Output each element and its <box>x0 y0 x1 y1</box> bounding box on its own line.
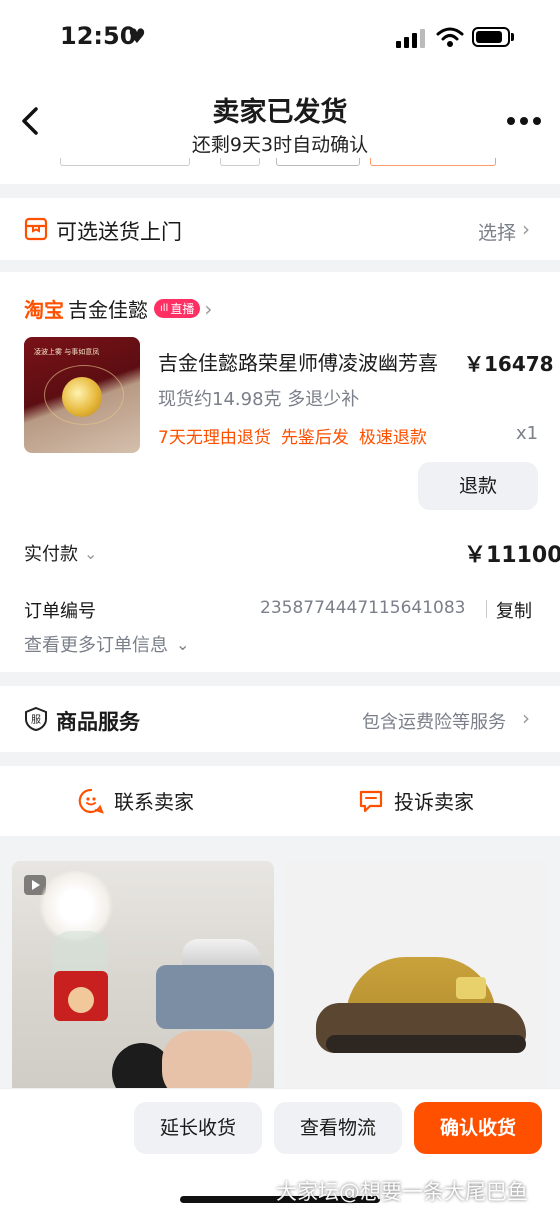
order-number: 2358774447115641083 <box>260 598 466 618</box>
confirm-receipt-button[interactable]: 确认收货 <box>414 1102 542 1154</box>
delivery-select-action[interactable]: 选择 <box>478 218 516 245</box>
product-tags: 7天无理由退货 先鉴后发 极速退款 <box>158 423 427 448</box>
service-label: 商品服务 <box>56 710 140 734</box>
product-title[interactable]: 吉金佳懿路荣星师傅凌波幽芳喜 <box>158 347 458 376</box>
watermark: 大家坛@想要一条大尾巴鱼 <box>276 1180 528 1204</box>
product-spec: 现货约14.98克 多退少补 <box>158 389 360 410</box>
shoe-image <box>316 947 526 1057</box>
chevron-down-icon: ⌄ <box>84 543 98 563</box>
copy-order-button[interactable]: 复制 <box>496 597 532 623</box>
page-subtitle: 还剩9天3时自动确认 <box>191 134 369 156</box>
order-number-label: 订单编号 <box>24 601 96 622</box>
tag-return: 7天无理由退货 <box>158 428 271 448</box>
wifi-icon <box>436 27 464 47</box>
cellular-signal-icon <box>396 29 425 48</box>
product-price: ￥16478 <box>464 352 554 376</box>
battery-icon <box>472 27 510 47</box>
tag-appraise: 先鉴后发 <box>280 428 349 448</box>
taobao-logo: 淘宝 <box>24 298 64 322</box>
shop-name: 吉金佳懿 <box>68 298 148 322</box>
recommend-item-room[interactable] <box>12 861 274 1101</box>
view-logistics-button[interactable]: 查看物流 <box>274 1102 402 1154</box>
more-order-info[interactable]: 查看更多订单信息 ⌄ <box>24 631 189 657</box>
refund-button[interactable]: 退款 <box>418 462 538 510</box>
status-time: 12:50 <box>60 22 137 50</box>
shield-icon: 服 <box>25 706 47 732</box>
heart-icon: ♥ <box>128 24 146 48</box>
page-title: 卖家已发货 <box>212 97 348 128</box>
live-bars-icon: ıll <box>160 303 169 314</box>
thumbnail-caption: 凌波上雾 与事如意凤 <box>34 348 100 356</box>
product-quantity: x1 <box>516 423 539 444</box>
live-badge: ıll 直播 <box>154 299 201 318</box>
chevron-right-icon: › <box>522 217 530 241</box>
more-icon[interactable] <box>506 116 542 126</box>
payment-label[interactable]: 实付款 ⌄ <box>24 540 97 566</box>
tag-refund: 极速退款 <box>358 428 427 448</box>
extend-receipt-button[interactable]: 延长收货 <box>134 1102 262 1154</box>
complaint-icon <box>359 790 383 812</box>
contact-seller-button[interactable]: 联系卖家 <box>78 786 194 815</box>
delivery-label: 可选送货上门 <box>56 220 182 244</box>
chat-smile-icon <box>78 788 104 814</box>
chevron-right-icon: › <box>522 706 530 730</box>
service-detail: 包含运费险等服务 <box>362 712 506 733</box>
complain-seller-button[interactable]: 投诉卖家 <box>358 786 474 815</box>
shop-header[interactable]: 淘宝 吉金佳懿 ıll 直播 › <box>24 294 212 323</box>
svg-text:服: 服 <box>31 714 41 726</box>
product-thumbnail[interactable]: 凌波上雾 与事如意凤 <box>24 337 140 453</box>
delivery-box-icon <box>24 217 48 241</box>
chevron-down-icon: ⌄ <box>176 634 190 654</box>
scrolled-content-cutoff <box>60 158 500 168</box>
chevron-right-icon: › <box>204 296 213 321</box>
case-image <box>156 965 274 1029</box>
recommend-item-shoe[interactable] <box>286 861 548 1101</box>
payment-amount: ￥11100 <box>464 543 560 568</box>
